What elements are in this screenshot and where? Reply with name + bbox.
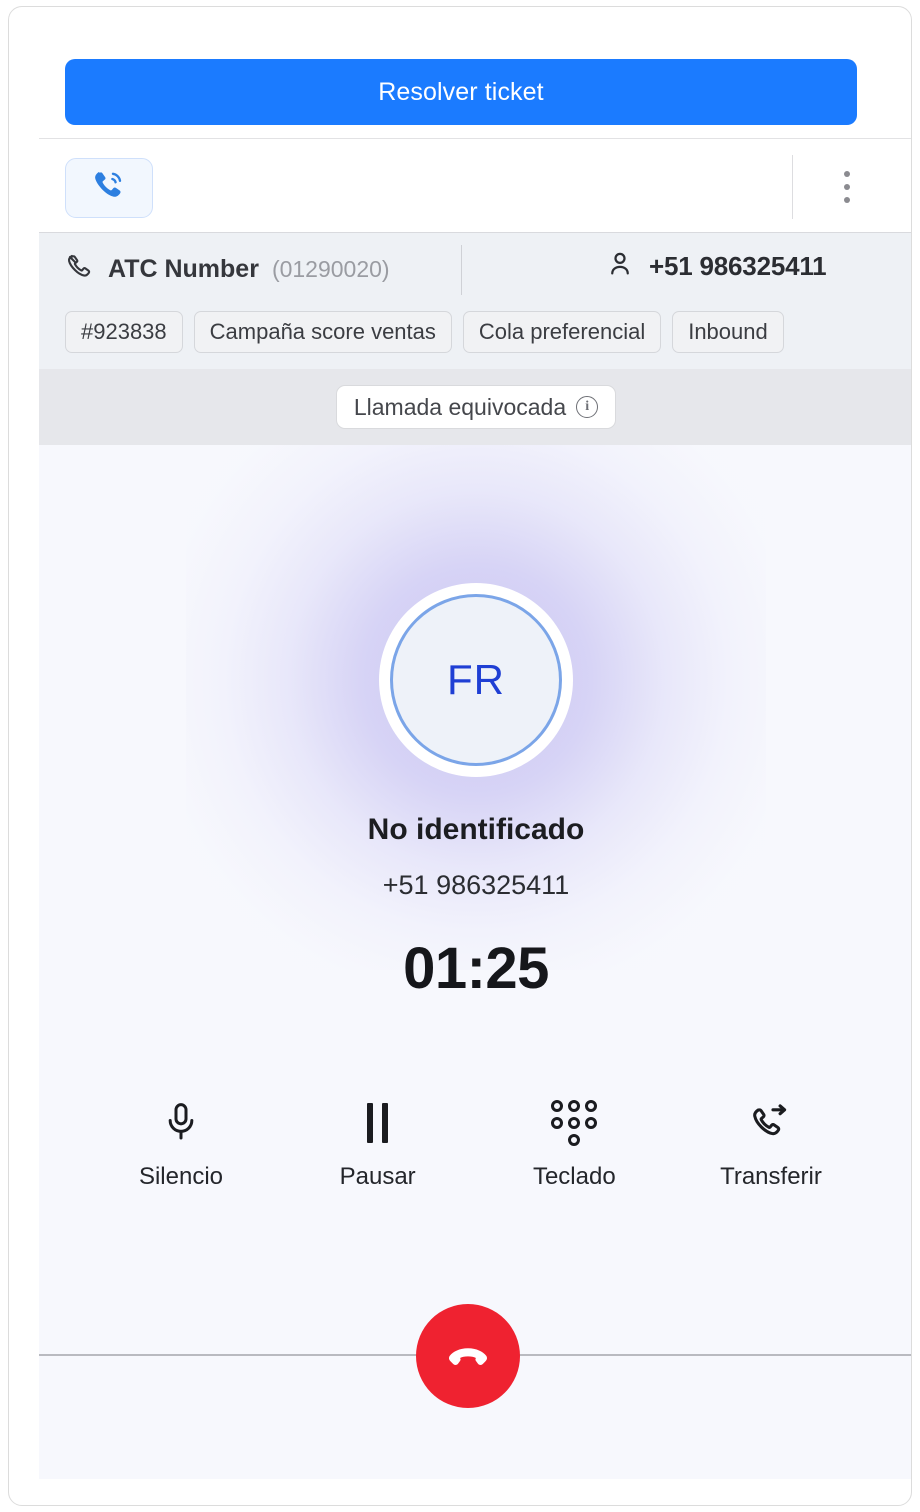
keypad-button[interactable]: Teclado	[494, 1100, 654, 1191]
keypad-label: Teclado	[532, 1163, 616, 1190]
atc-line-number: (01290020)	[271, 255, 390, 282]
phone-ringing-icon	[90, 167, 128, 210]
call-panel-card: Resolver ticket ATC Number (01290020) +5…	[8, 6, 912, 1506]
tag-campaign[interactable]: Campaña score ventas	[193, 311, 452, 353]
mute-button[interactable]: Silencio	[101, 1100, 261, 1191]
call-controls: Silencio Pausar Teclado Transferir	[101, 1100, 851, 1191]
mute-label: Silencio	[138, 1163, 224, 1190]
kebab-menu-icon	[844, 171, 850, 177]
caller-name: No identificado	[367, 813, 585, 846]
caller-phone: +51 986325411	[382, 870, 570, 900]
call-info-row: ATC Number (01290020) +51 986325411	[39, 233, 911, 305]
hangup-phone-icon	[442, 1329, 494, 1384]
toolbar-separator	[792, 155, 793, 219]
avatar: FR	[390, 594, 562, 766]
hangup-button[interactable]	[416, 1304, 520, 1408]
keypad-icon	[551, 1100, 598, 1146]
call-info-separator	[461, 245, 462, 295]
transfer-label: Transferir	[720, 1163, 822, 1190]
tag-ticket-id[interactable]: #923838	[65, 311, 183, 353]
transfer-button[interactable]: Transferir	[691, 1100, 851, 1191]
atc-line-label: ATC Number	[108, 254, 259, 283]
pause-button[interactable]: Pausar	[298, 1100, 458, 1191]
tag-direction[interactable]: Inbound	[672, 311, 784, 353]
person-icon	[605, 249, 635, 284]
call-transfer-icon	[749, 1100, 793, 1146]
microphone-icon	[161, 1100, 201, 1146]
info-circle-icon[interactable]: i	[576, 396, 599, 418]
call-duration-timer: 01:25	[403, 936, 549, 1001]
call-disposition-pill[interactable]: Llamada equivocada i	[335, 385, 617, 429]
atc-line-info: ATC Number (01290020)	[65, 252, 390, 287]
pause-label: Pausar	[339, 1163, 416, 1190]
phone-handset-icon	[65, 252, 95, 287]
kebab-menu-icon	[844, 197, 850, 203]
caller-number-value: +51 986325411	[649, 251, 827, 281]
kebab-menu-icon	[844, 184, 850, 190]
phone-tab-button[interactable]	[65, 158, 153, 218]
tag-queue[interactable]: Cola preferencial	[462, 311, 662, 353]
call-toolbar	[9, 139, 911, 232]
call-tags: #923838 Campaña score ventas Cola prefer…	[65, 311, 784, 353]
call-disposition-label: Llamada equivocada	[353, 393, 567, 420]
more-options-button[interactable]	[823, 161, 871, 213]
resolve-ticket-section: Resolver ticket	[9, 7, 911, 131]
call-status-band: Llamada equivocada i	[39, 369, 911, 445]
call-info-header: ATC Number (01290020) +51 986325411 #923…	[39, 232, 911, 369]
pause-icon	[367, 1100, 389, 1146]
active-call-stage: FR No identificado +51 986325411 01:25 S…	[39, 445, 911, 1479]
resolve-ticket-button[interactable]: Resolver ticket	[65, 59, 857, 125]
caller-number-info: +51 986325411	[605, 249, 827, 284]
avatar-initials: FR	[447, 656, 505, 703]
